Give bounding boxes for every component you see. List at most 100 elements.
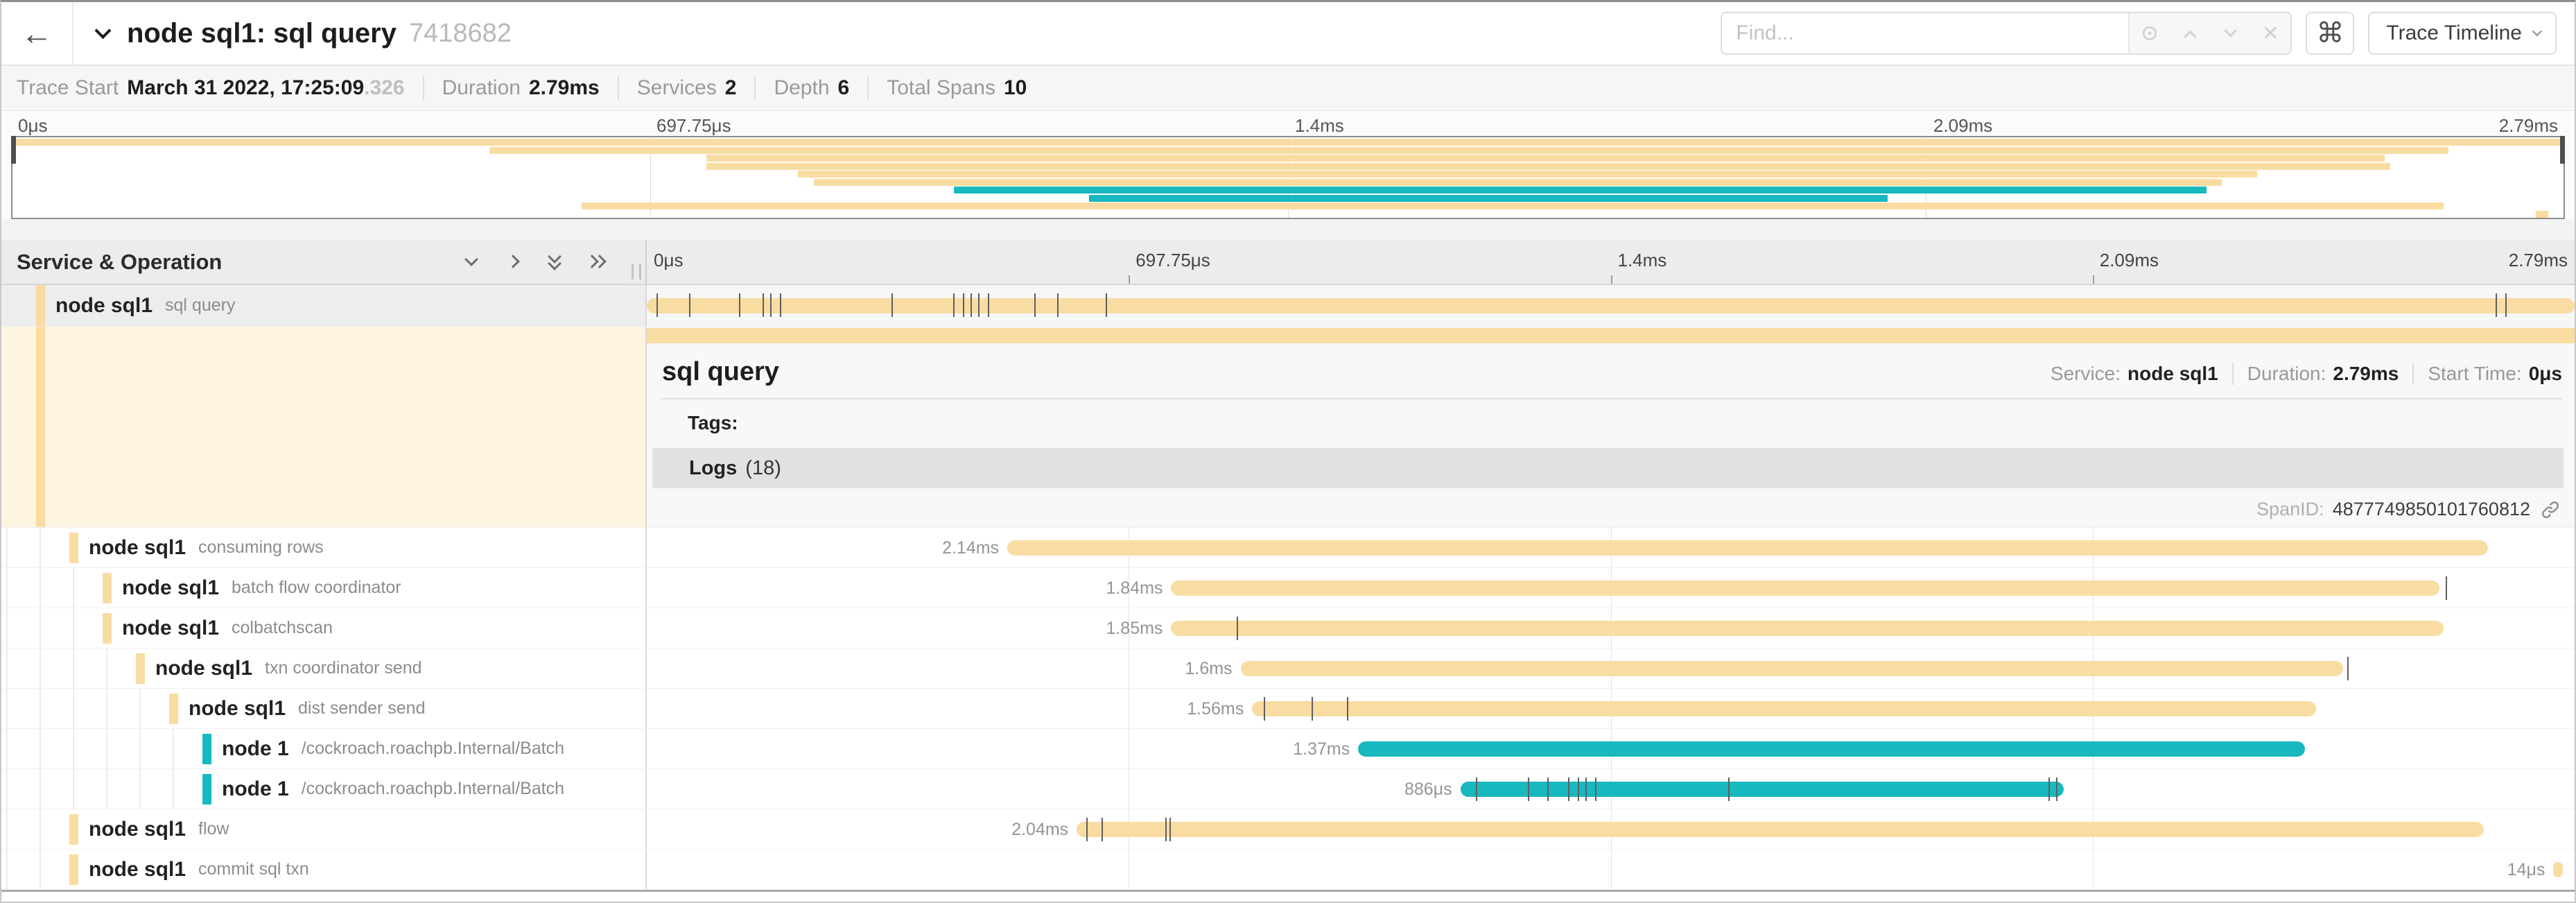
indent-guide <box>40 608 41 648</box>
collapse-all-icon[interactable] <box>546 253 566 271</box>
span-bar-cell[interactable]: 1.85ms <box>647 608 2575 648</box>
service-name: node sql1 <box>189 697 286 721</box>
span-tree-cell[interactable]: node sql1flow <box>1 809 647 849</box>
span-bar-cell[interactable]: 886μs <box>647 769 2575 809</box>
log-marker-icon <box>891 293 893 317</box>
span-row[interactable]: node 1/cockroach.roachpb.Internal/Batch8… <box>1 769 2575 809</box>
back-button[interactable]: ← <box>1 2 73 64</box>
timeline-tick-label: 1.4ms <box>1618 250 1667 271</box>
span-tree-cell[interactable]: node sql1colbatchscan <box>1 608 647 648</box>
log-marker-icon <box>1034 293 1036 317</box>
section-gap <box>1 219 2575 240</box>
span-bar-cell[interactable]: 1.6ms <box>647 648 2575 688</box>
span-row[interactable]: node sql1flow2.04ms <box>1 809 2575 850</box>
span-bar[interactable] <box>1461 782 2064 797</box>
span-bar-cell[interactable]: 1.56ms <box>647 689 2575 728</box>
header-actions: ✕ ⌘ Trace Timeline <box>1721 12 2575 55</box>
collapse-chevron-icon[interactable] <box>44 540 56 553</box>
column-resize-grip[interactable] <box>632 264 641 280</box>
span-tree-cell[interactable]: node sql1commit sql txn <box>1 850 647 889</box>
span-bar[interactable] <box>647 298 2575 313</box>
span-row[interactable]: node 1/cockroach.roachpb.Internal/Batch1… <box>1 729 2575 769</box>
span-bar[interactable] <box>1358 741 2304 757</box>
span-bar[interactable] <box>1171 621 2443 636</box>
span-row[interactable]: node sql1colbatchscan1.85ms <box>1 608 2575 648</box>
keyboard-shortcuts-button[interactable]: ⌘ <box>2306 12 2354 55</box>
indent-guide <box>106 769 107 809</box>
focus-match-icon[interactable] <box>2130 23 2170 44</box>
indent-guide <box>173 769 174 809</box>
collapse-chevron-icon[interactable] <box>143 701 156 714</box>
indent-guide <box>6 689 8 728</box>
span-tree-cell[interactable]: node sql1sql query <box>1 285 647 326</box>
minimap-canvas[interactable] <box>11 136 2565 219</box>
back-arrow-icon: ← <box>21 15 53 52</box>
collapse-chevron-icon[interactable] <box>77 621 89 633</box>
viewport-scrubber-left[interactable] <box>11 136 16 164</box>
viewport-scrubber-right[interactable] <box>2560 136 2565 164</box>
trace-summary-item: Services2 <box>618 76 737 100</box>
log-marker-icon <box>656 293 658 317</box>
span-bar[interactable] <box>1252 701 2316 716</box>
service-operation-title: Service & Operation <box>17 250 222 275</box>
span-detail-left-cell <box>1 327 647 527</box>
indent-guide <box>40 769 41 809</box>
start-time-label: Start Time: <box>2428 363 2521 385</box>
view-selector-button[interactable]: Trace Timeline <box>2368 12 2557 55</box>
span-tree-cell[interactable]: node 1/cockroach.roachpb.Internal/Batch <box>1 729 647 768</box>
collapse-one-icon[interactable] <box>462 253 483 271</box>
indent-guide <box>6 285 8 326</box>
operation-name: flow <box>198 819 229 839</box>
indent-guide <box>73 769 74 809</box>
ruler-tick <box>1129 275 1130 284</box>
chevron-right-icon <box>666 418 677 429</box>
collapse-chevron-icon[interactable] <box>10 298 23 310</box>
link-icon[interactable] <box>2540 499 2561 520</box>
expand-one-icon[interactable] <box>504 253 525 271</box>
span-bar-cell[interactable] <box>647 285 2575 326</box>
log-marker-icon <box>1578 777 1579 801</box>
summary-label: Depth <box>774 76 829 100</box>
indent-guide <box>40 528 41 567</box>
expand-all-icon[interactable] <box>587 253 608 271</box>
clear-find-icon[interactable]: ✕ <box>2250 22 2290 46</box>
find-input[interactable] <box>1722 13 2128 53</box>
span-bar[interactable] <box>2553 862 2563 877</box>
indent-guide <box>6 769 8 809</box>
span-row[interactable]: node sql1sql query <box>1 285 2575 327</box>
span-tree-cell[interactable]: node sql1batch flow coordinator <box>1 568 647 608</box>
span-bar[interactable] <box>1171 580 2439 596</box>
span-row[interactable]: node sql1consuming rows2.14ms <box>1 528 2575 568</box>
summary-label: Services <box>637 76 717 100</box>
summary-label: Total Spans <box>887 76 995 100</box>
logs-toggle[interactable]: Logs (18) <box>652 448 2564 488</box>
span-row[interactable]: node sql1batch flow coordinator1.84ms <box>1 568 2575 608</box>
span-row[interactable]: node sql1commit sql txn14μs <box>1 850 2575 890</box>
span-bar-cell[interactable]: 14μs <box>647 850 2575 889</box>
span-bar[interactable] <box>1007 540 2488 556</box>
next-match-icon[interactable] <box>2210 29 2250 38</box>
span-row[interactable]: node sql1txn coordinator send1.6ms <box>1 648 2575 689</box>
collapse-trace-chevron-icon[interactable] <box>94 22 111 39</box>
collapse-chevron-icon[interactable] <box>110 661 123 673</box>
span-bar[interactable] <box>1077 822 2484 837</box>
span-tree-cell[interactable]: node sql1dist sender send <box>1 689 647 728</box>
span-bar-cell[interactable]: 2.04ms <box>647 809 2575 849</box>
tags-row[interactable]: Tags: <box>647 399 2575 434</box>
span-bar-cell[interactable]: 2.14ms <box>647 528 2575 567</box>
prev-match-icon[interactable] <box>2170 29 2210 38</box>
span-bar-cell[interactable]: 1.37ms <box>647 729 2575 768</box>
span-row[interactable]: node sql1dist sender send1.56ms <box>1 689 2575 729</box>
indent-guide <box>139 729 141 768</box>
indent-guide <box>6 809 8 849</box>
span-tree-cell[interactable]: node sql1consuming rows <box>1 528 647 567</box>
service-name: node 1 <box>222 777 289 801</box>
span-bar[interactable] <box>1241 661 2344 676</box>
span-bar-cell[interactable]: 1.84ms <box>647 568 2575 608</box>
span-tree-cell[interactable]: node 1/cockroach.roachpb.Internal/Batch <box>1 769 647 809</box>
span-tree-cell[interactable]: node sql1txn coordinator send <box>1 648 647 688</box>
log-marker-icon <box>1086 818 1088 841</box>
operation-name: colbatchscan <box>232 618 333 638</box>
service-color-bar <box>202 774 211 805</box>
timeline-tick-label: 2.79ms <box>2499 115 2558 137</box>
